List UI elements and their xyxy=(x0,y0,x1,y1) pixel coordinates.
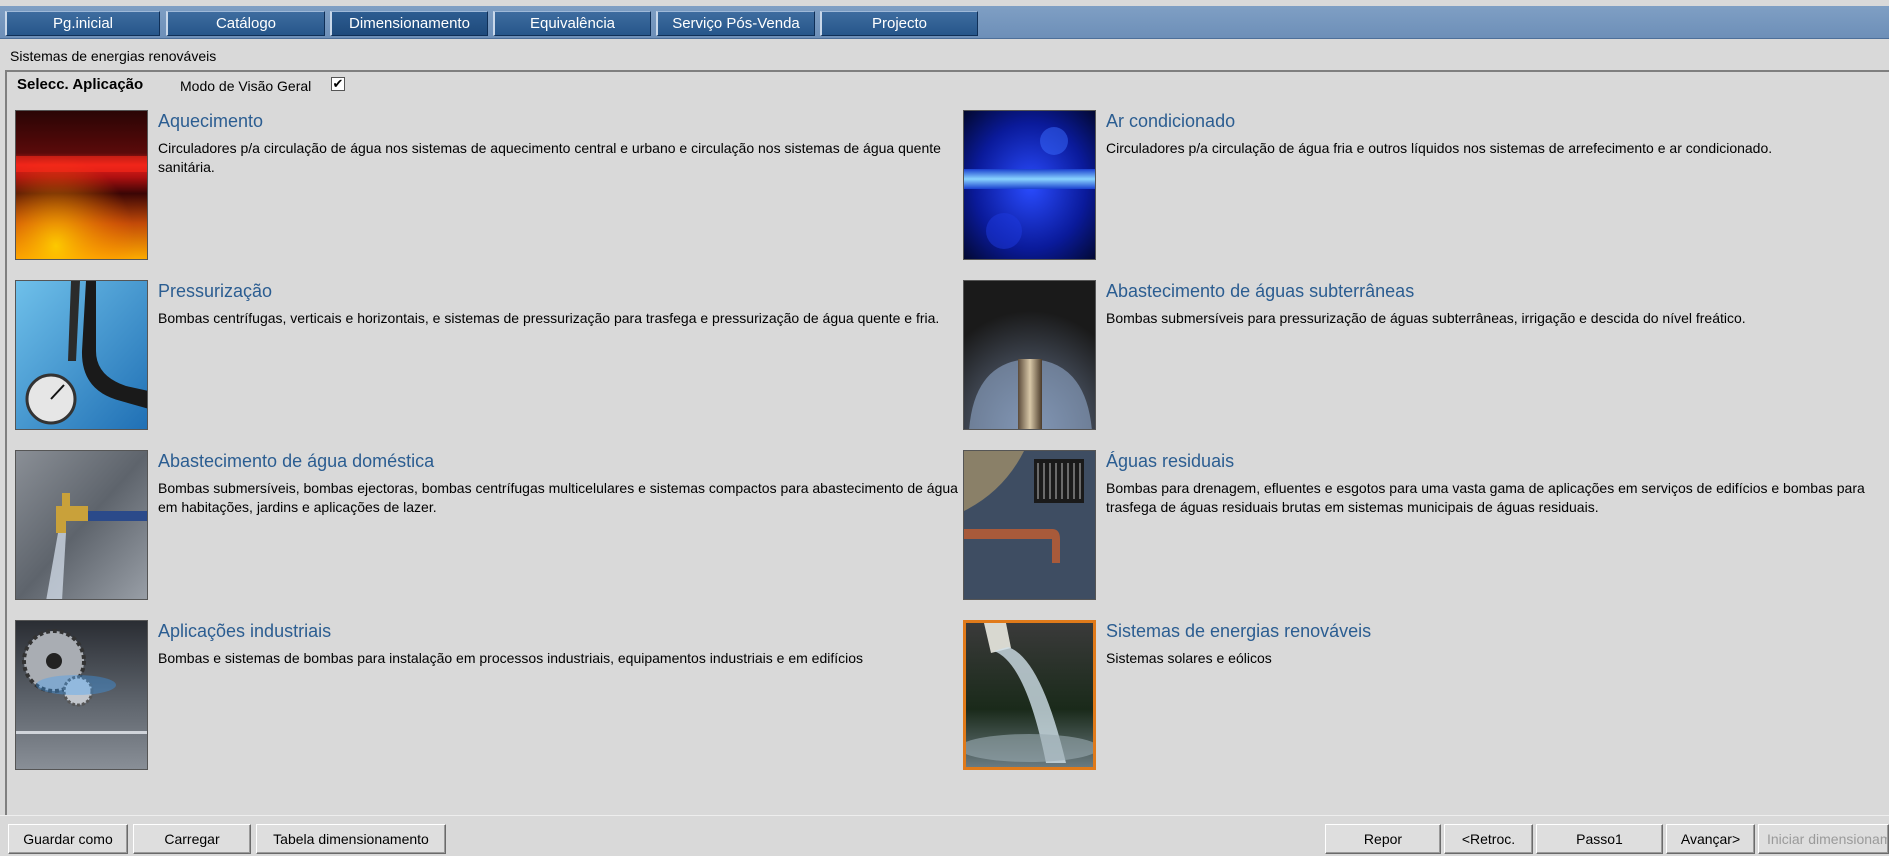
groundwater-image[interactable] xyxy=(963,280,1096,430)
tab-catalog[interactable]: Catálogo xyxy=(166,11,325,36)
pressure-gauge-image[interactable] xyxy=(15,280,148,430)
application-title[interactable]: Aquecimento xyxy=(158,111,263,132)
application-description: Sistemas solares e eólicos xyxy=(1106,650,1272,666)
application-description: Bombas para drenagem, efluentes e esgoto… xyxy=(1106,480,1865,515)
application-description: Bombas submersíveis para pressurização d… xyxy=(1106,310,1746,326)
overview-mode-checkbox[interactable]: ✔ xyxy=(331,77,345,91)
heating-image[interactable] xyxy=(15,110,148,260)
application-description: Circuladores p/a circulação de água fria… xyxy=(1106,140,1773,156)
tab-home[interactable]: Pg.inicial xyxy=(5,11,160,36)
overview-mode-label: Modo de Visão Geral xyxy=(180,78,312,94)
reset-button[interactable]: Repor xyxy=(1325,824,1441,854)
start-sizing-button[interactable]: Iniciar dimensionamento xyxy=(1758,824,1889,854)
application-title[interactable]: Águas residuais xyxy=(1106,451,1234,472)
application-description: Bombas e sistemas de bombas para instala… xyxy=(158,650,864,666)
application-title[interactable]: Ar condicionado xyxy=(1106,111,1235,132)
page-title: Selecc. Aplicação xyxy=(17,76,144,93)
application-description: Bombas submersíveis, bombas ejectoras, b… xyxy=(158,480,958,515)
application-title[interactable]: Abastecimento de águas subterrâneas xyxy=(1106,281,1414,302)
back-button[interactable]: <Retroc. xyxy=(1444,824,1533,854)
application-title[interactable]: Abastecimento de água doméstica xyxy=(158,451,434,472)
application-title[interactable]: Sistemas de energias renováveis xyxy=(1106,621,1371,642)
application-title[interactable]: Aplicações industriais xyxy=(158,621,331,642)
save-as-button[interactable]: Guardar como xyxy=(8,824,128,854)
air-conditioning-image[interactable] xyxy=(963,110,1096,260)
tab-after-sales[interactable]: Serviço Pós-Venda xyxy=(656,11,815,36)
wastewater-image[interactable] xyxy=(963,450,1096,600)
main-panel xyxy=(5,70,1889,817)
tab-equivalence[interactable]: Equivalência xyxy=(493,11,651,36)
industrial-image[interactable] xyxy=(15,620,148,770)
application-title[interactable]: Pressurização xyxy=(158,281,272,302)
load-button[interactable]: Carregar xyxy=(133,824,251,854)
renewable-water-image[interactable] xyxy=(963,620,1096,770)
tab-project[interactable]: Projecto xyxy=(820,11,978,36)
tab-sizing[interactable]: Dimensionamento xyxy=(330,11,488,36)
tap-image[interactable] xyxy=(15,450,148,600)
application-description: Circuladores p/a circulação de água nos … xyxy=(158,140,941,175)
application-description: Bombas centrífugas, verticais e horizont… xyxy=(158,310,940,326)
tab-strip: Pg.inicial Catálogo Dimensionamento Equi… xyxy=(0,6,1889,39)
sizing-table-button[interactable]: Tabela dimensionamento xyxy=(256,824,446,854)
breadcrumb: Sistemas de energias renováveis xyxy=(10,48,217,64)
top-navigation: Pg.inicial Catálogo Dimensionamento Equi… xyxy=(0,0,1889,43)
step-indicator: Passo1 xyxy=(1536,824,1663,854)
next-button[interactable]: Avançar> xyxy=(1666,824,1755,854)
